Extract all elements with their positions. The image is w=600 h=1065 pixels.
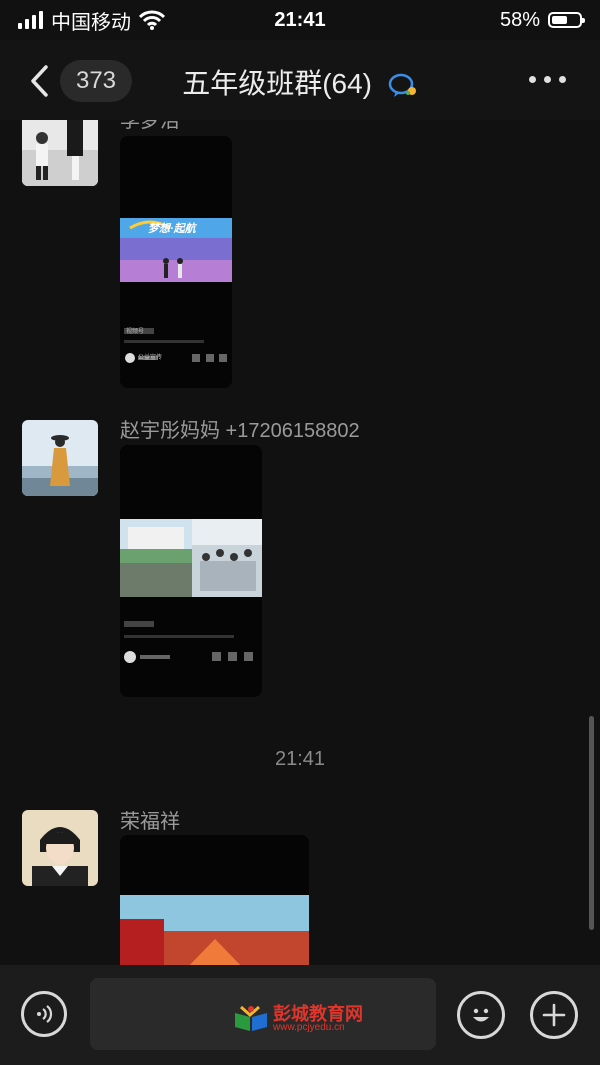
emoji-icon: [473, 1008, 489, 1022]
carrier-label: 中国移动: [51, 11, 131, 34]
video-message[interactable]: 梦想·起航 视频号 公益宣传: [120, 136, 232, 388]
video-message[interactable]: [120, 445, 262, 697]
wifi-icon: [139, 10, 165, 30]
group-title-wrap: 五年级班群(64): [0, 62, 600, 102]
watermark: 彭城教育网 www.pcjyedu.cn: [233, 1005, 363, 1033]
status-left: 中国移动: [18, 6, 165, 35]
voice-icon: [37, 1005, 53, 1023]
message-list[interactable]: 李梦洁 梦想·起航 视频号 公益宣传 赵宇彤妈妈 +17206158802 21…: [0, 120, 600, 965]
sender-name: 赵宇彤妈妈 +17206158802: [120, 420, 360, 442]
more-functions-button[interactable]: [530, 991, 578, 1039]
timestamp: 21:41: [274, 748, 326, 770]
watermark-text: 彭城教育网 www.pcjyedu.cn: [273, 1005, 363, 1033]
status-bar: 中国移动 21:41 58%: [0, 0, 600, 40]
video-author: 公益宣传: [138, 355, 163, 361]
plus-icon: [542, 1003, 566, 1027]
watermark-title: 彭城教育网: [273, 1004, 363, 1024]
battery-icon: [548, 12, 585, 28]
sender-name: 李梦洁: [120, 120, 180, 132]
video-message[interactable]: [120, 835, 309, 965]
scrollbar[interactable]: [589, 716, 594, 930]
signal-strength-icon: [18, 11, 43, 29]
emoji-button[interactable]: [457, 991, 505, 1039]
avatar[interactable]: [22, 120, 98, 186]
group-title: 五年级班群(64): [182, 68, 372, 99]
watermark-url: www.pcjyedu.cn: [273, 1022, 345, 1033]
channel-label: 视频号: [126, 329, 145, 335]
chat-header: 373 五年级班群(64): [0, 40, 600, 120]
avatar[interactable]: [22, 810, 98, 886]
sender-name: 荣福祥: [120, 811, 180, 833]
battery-percent: 58%: [499, 8, 540, 31]
status-right: 58%: [499, 8, 585, 32]
battery-level: [552, 16, 568, 24]
video-banner-text: 梦想·起航: [148, 223, 196, 235]
clock: 21:41: [274, 8, 326, 31]
watermark-logo-icon: [235, 1005, 267, 1031]
more-options-icon[interactable]: [529, 76, 566, 83]
avatar[interactable]: [22, 420, 98, 496]
group-chat-icon: [388, 73, 416, 97]
voice-input-button[interactable]: [21, 991, 67, 1037]
